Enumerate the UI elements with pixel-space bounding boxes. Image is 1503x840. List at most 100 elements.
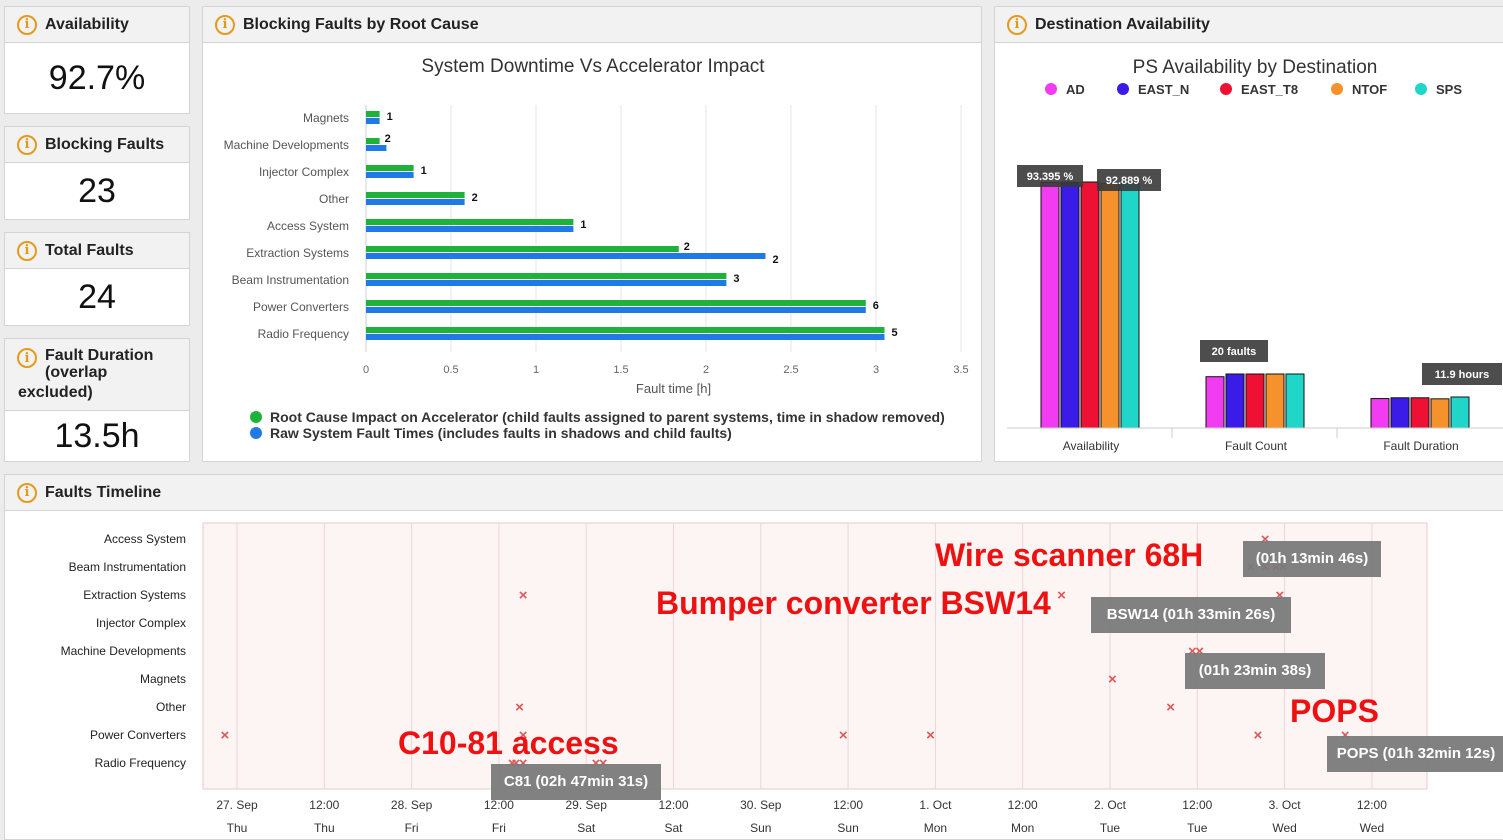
legend-marker — [1220, 83, 1232, 95]
x-tick-date: 12:00 — [1182, 798, 1212, 812]
destination-bar — [1265, 373, 1285, 429]
info-icon[interactable]: i — [17, 14, 37, 35]
destination-bar — [1450, 396, 1470, 429]
info-icon[interactable]: i — [17, 348, 37, 368]
info-icon[interactable]: i — [215, 14, 235, 35]
x-tick-date: 27. Sep — [216, 798, 258, 812]
destination-bar — [1060, 181, 1080, 429]
fault-marker: × — [1166, 699, 1175, 716]
kpi-duration-value: 13.5h — [54, 416, 140, 455]
kpi-blocking-value: 23 — [78, 171, 116, 210]
fault-marker: × — [515, 699, 524, 716]
kpi-blocking-title: Blocking Faults — [45, 135, 165, 153]
kpi-availability-title: Availability — [45, 15, 129, 33]
tooltip-text: 93.395 % — [1027, 171, 1074, 183]
destination-panel: i Destination Availability PS Availabilit… — [994, 6, 1503, 462]
destination-title: Destination Availability — [1035, 15, 1210, 33]
x-tick-label: 0.5 — [443, 364, 458, 376]
category-label: Extraction Systems — [246, 246, 349, 260]
x-tick-date: 28. Sep — [391, 798, 433, 812]
timeline-chart: 27. Sep Thu 12:00 Thu 28. Sep Fri 12:00 Fri 29. … — [61, 522, 1503, 835]
category-label: Access System — [104, 532, 186, 546]
data-label: 6 — [873, 300, 879, 312]
annotation-text: C10-81 access — [398, 725, 619, 761]
kpi-duration-title: Fault Duration (overlap — [45, 347, 153, 381]
category-label: Injector Complex — [96, 616, 186, 630]
destination-bar — [1225, 373, 1245, 429]
kpi-duration-title-line-3: excluded) — [18, 384, 93, 401]
x-tick-day: Sun — [750, 821, 771, 835]
fault-marker: × — [839, 727, 848, 744]
data-label: 1 — [421, 165, 427, 177]
bar-raw-fault — [366, 172, 414, 178]
bar-raw-fault — [366, 226, 574, 232]
destination-bar — [1390, 397, 1410, 429]
bar-root-cause — [366, 327, 885, 333]
tooltip-text: C81 (02h 47min 31s) — [504, 773, 648, 790]
x-tick-day: Sat — [577, 821, 596, 835]
legend-label: EAST_N — [1138, 82, 1189, 97]
info-icon[interactable]: i — [17, 134, 37, 155]
x-category-label: Fault Count — [1225, 439, 1288, 453]
destination-bar — [1080, 181, 1100, 429]
x-category-label: Availability — [1063, 439, 1119, 453]
tooltip-text: 11.9 hours — [1435, 369, 1489, 381]
bar-raw-fault — [366, 253, 766, 259]
kpi-total-faults: i Total Faults 24 — [4, 232, 190, 326]
kpi-availability: i Availability 92.7% — [4, 6, 190, 114]
kpi-fault-duration: i Fault Duration (overlap excluded) 13.5… — [4, 338, 190, 462]
category-label: Power Converters — [90, 728, 186, 742]
x-tick-day: Thu — [314, 821, 335, 835]
category-label: Other — [319, 192, 349, 206]
category-label: Injector Complex — [259, 165, 349, 179]
x-tick-day: Mon — [1011, 821, 1034, 835]
info-icon[interactable]: i — [1007, 14, 1027, 35]
destination-bar — [1120, 182, 1140, 429]
legend-label: Root Cause Impact on Accelerator (child … — [270, 409, 945, 425]
x-tick-label: 0 — [363, 364, 369, 376]
destination-bar — [1430, 398, 1450, 429]
timeline-panel: i Faults Timeline 27. Sep Thu 12:00 Thu 28. S… — [4, 474, 1503, 840]
data-label: 2 — [684, 241, 690, 253]
x-tick-day: Wed — [1360, 821, 1384, 835]
root-cause-title: Blocking Faults by Root Cause — [243, 15, 479, 33]
kpi-total-title: Total Faults — [45, 241, 134, 259]
category-label: Magnets — [140, 672, 186, 686]
x-tick-day: Sun — [837, 821, 858, 835]
legend-label: NTOF — [1352, 82, 1387, 97]
x-axis-label: Fault time [h] — [636, 381, 711, 396]
destination-bar — [1245, 373, 1265, 429]
x-category-label: Fault Duration — [1383, 439, 1458, 453]
legend-marker — [1045, 83, 1057, 95]
bar-raw-fault — [366, 145, 387, 151]
x-tick-label: 2 — [703, 364, 709, 376]
x-tick-date: 29. Sep — [566, 798, 608, 812]
bar-root-cause — [366, 246, 679, 252]
legend-label: SPS — [1436, 82, 1462, 97]
category-label: Machine Developments — [224, 138, 349, 152]
destination-bar — [1370, 398, 1390, 429]
bar-root-cause — [366, 111, 380, 117]
chart-title: System Downtime Vs Accelerator Impact — [421, 56, 765, 77]
x-tick-date: 1. Oct — [919, 798, 952, 812]
x-tick-date: 2. Oct — [1094, 798, 1127, 812]
kpi-total-value: 24 — [78, 277, 116, 316]
legend-marker — [1117, 83, 1129, 95]
kpi-total-header: i Total Faults — [5, 233, 189, 269]
destination-bar — [1410, 397, 1430, 429]
x-tick-label: 1 — [533, 364, 539, 376]
x-tick-label: 1.5 — [613, 364, 628, 376]
fault-marker: × — [519, 587, 528, 604]
destination-chart: PS Availability by Destination AD EAST_N EA… — [1007, 57, 1503, 453]
tooltip-text: POPS (01h 32min 12s) — [1337, 745, 1495, 762]
kpi-availability-header: i Availability — [5, 7, 189, 43]
fault-marker: × — [1108, 671, 1117, 688]
info-icon[interactable]: i — [17, 240, 37, 261]
timeline-header: i Faults Timeline — [5, 475, 1503, 511]
destination-bar — [1205, 376, 1225, 429]
data-label: 5 — [892, 327, 898, 339]
legend-marker — [250, 427, 262, 439]
info-icon[interactable]: i — [17, 482, 37, 503]
kpi-duration-title-line-1: Fault Duration — [45, 347, 154, 364]
data-label: 2 — [472, 192, 478, 204]
